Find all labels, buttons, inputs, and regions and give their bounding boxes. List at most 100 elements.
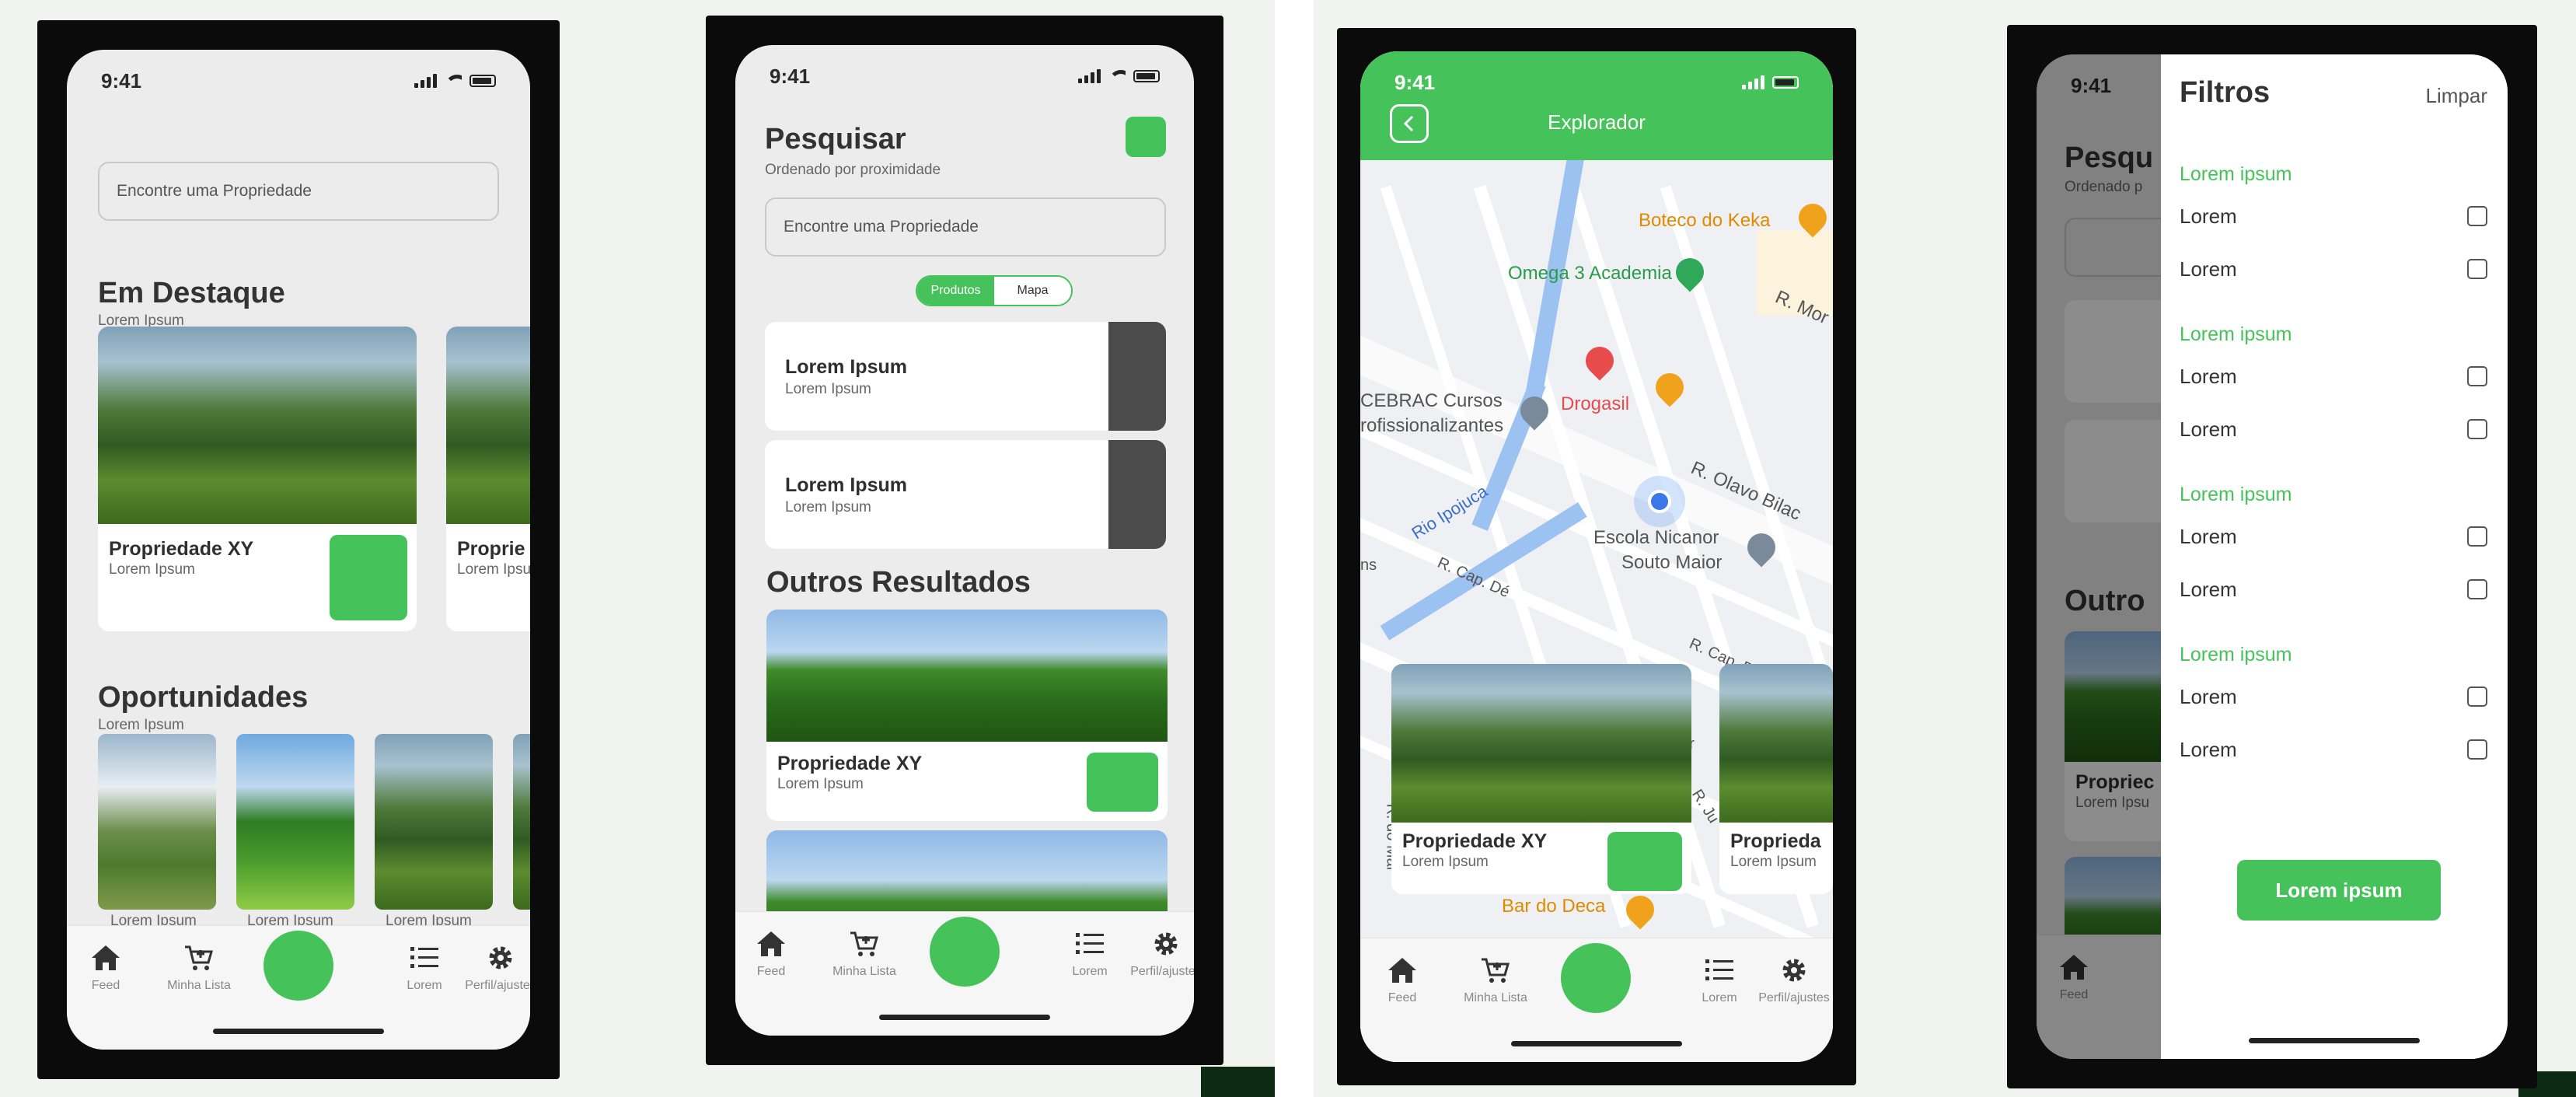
checkbox[interactable] (2467, 579, 2487, 599)
map-property-card[interactable]: Propriedade XY Lorem Ipsum (1391, 664, 1691, 894)
nav-label: Feed (756, 965, 786, 978)
result-card[interactable]: Lorem Ipsum Lorem Ipsum (765, 322, 1166, 431)
page-subtitle: Ordenado por proximidade (765, 162, 941, 178)
gym-pin-icon[interactable] (1670, 252, 1710, 292)
nav-list[interactable]: Minha Lista (152, 942, 246, 993)
checkbox[interactable] (2467, 526, 2487, 547)
card-action-button[interactable] (1087, 753, 1158, 812)
filter-option[interactable]: Lorem (2180, 574, 2487, 605)
phone-frame-search: 9:41 Pesquisar Ordenado por proximidade … (706, 16, 1223, 1065)
battery-icon (1772, 76, 1799, 89)
nav-settings[interactable]: Perfil/ajustes (1747, 954, 1833, 1005)
result-subtitle: Lorem Ipsum (785, 499, 871, 515)
status-time: 9:41 (770, 64, 811, 88)
result-title: Lorem Ipsum (785, 474, 907, 496)
filter-section-label: Lorem ipsum (2180, 323, 2292, 345)
opportunity-image[interactable] (98, 734, 216, 910)
filter-option[interactable]: Lorem (2180, 253, 2487, 285)
nav-feed[interactable]: Feed (67, 942, 152, 993)
card-title: Propriedade XY (1402, 830, 1548, 852)
map-property-card-2[interactable]: Proprieda Lorem Ipsum (1719, 664, 1833, 894)
card-title: Propriedade XY (109, 538, 254, 560)
featured-card[interactable]: Propriedade XY Lorem Ipsum (98, 327, 417, 631)
nav-label: Perfil/ajustes (465, 979, 530, 992)
property-image (446, 327, 530, 524)
checkbox[interactable] (2467, 206, 2487, 226)
filter-option[interactable]: Lorem (2180, 681, 2487, 712)
card-subtitle: Lorem Ipsum (1402, 854, 1489, 870)
card-action-button[interactable] (330, 535, 407, 620)
map-label-cebrac: CEBRAC Cursos (1360, 390, 1503, 411)
result-card[interactable]: Lorem Ipsum Lorem Ipsum (765, 440, 1166, 549)
tab-map[interactable]: Mapa (994, 277, 1071, 305)
filter-option-label: Lorem (2180, 204, 2237, 228)
apply-filters-button[interactable]: Lorem ipsum (2237, 860, 2441, 921)
home-indicator (213, 1029, 384, 1034)
nav-label: Lorem (1702, 991, 1737, 1004)
nav-list[interactable]: Minha Lista (818, 928, 911, 979)
filter-option-label: Lorem (2180, 577, 2237, 601)
filter-section-label: Lorem ipsum (2180, 484, 2292, 505)
status-bar: 9:41 (735, 45, 1194, 107)
filters-drawer: Filtros Limpar Lorem ipsum Lorem Lorem L… (2161, 54, 2508, 1059)
cart-icon (152, 942, 246, 974)
filter-option[interactable]: Lorem (2180, 521, 2487, 552)
map-label-escola-2: Souto Maior (1621, 552, 1723, 573)
card-subtitle: Lorem Ipsum (777, 776, 864, 792)
checkbox[interactable] (2467, 419, 2487, 439)
home-indicator (879, 1015, 1050, 1020)
nav-settings[interactable]: Perfil/ajustes (1119, 928, 1194, 979)
map-label-omega: Omega 3 Academia (1508, 263, 1672, 284)
checkbox[interactable] (2467, 686, 2487, 707)
card-action-button[interactable] (1607, 832, 1682, 891)
property-card[interactable]: Propriedade XY Lorem Ipsum (766, 610, 1168, 821)
restaurant-pin-icon[interactable] (1649, 367, 1690, 407)
header-title: Explorador (1548, 110, 1646, 134)
tab-products[interactable]: Produtos (917, 277, 994, 305)
nav-label: Perfil/ajustes (1758, 991, 1830, 1004)
nav-list[interactable]: Minha Lista (1449, 954, 1542, 1005)
center-action-button[interactable] (1561, 943, 1631, 1013)
nav-label: Feed (91, 979, 120, 992)
property-image (1391, 664, 1691, 823)
filter-option[interactable]: Lorem (2180, 414, 2487, 445)
nav-label: Perfil/ajustes (1130, 965, 1194, 978)
nav-feed[interactable]: Feed (735, 928, 818, 979)
opportunity-image[interactable] (236, 734, 354, 910)
opportunity-image[interactable] (513, 734, 530, 910)
filter-button[interactable] (1126, 117, 1166, 157)
nav-label: Feed (1387, 991, 1417, 1004)
result-title: Lorem Ipsum (785, 356, 907, 378)
opportunity-image[interactable] (375, 734, 493, 910)
nav-label: Minha Lista (167, 979, 231, 992)
map-label-drogasil: Drogasil (1561, 393, 1630, 414)
checkbox[interactable] (2467, 739, 2487, 760)
map-view[interactable]: Boteco do Keka Omega 3 Academia R. Mor C… (1360, 51, 1833, 1062)
filter-section-label: Lorem ipsum (2180, 644, 2292, 666)
map-label-street: ns (1360, 557, 1377, 574)
search-input[interactable]: Encontre uma Propriedade (765, 197, 1166, 257)
checkbox[interactable] (2467, 366, 2487, 386)
card-subtitle: Lorem Ipsum (109, 561, 195, 578)
filter-option[interactable]: Lorem (2180, 201, 2487, 232)
filter-option[interactable]: Lorem (2180, 361, 2487, 392)
status-time: 9:41 (101, 68, 142, 93)
nav-settings[interactable]: Perfil/ajustes (454, 942, 530, 993)
bottom-nav: Feed Minha Lista Lorem Perfil/ajustes (1360, 938, 1833, 1062)
clear-filters-button[interactable]: Limpar (2426, 84, 2487, 108)
checkbox[interactable] (2467, 259, 2487, 279)
featured-card-2[interactable]: Proprie Lorem Ipsu (446, 327, 530, 631)
search-input[interactable]: Encontre uma Propriedade (98, 162, 499, 221)
page-title: Pesquisar (765, 123, 906, 155)
result-subtitle: Lorem Ipsum (785, 381, 871, 397)
card-title: Propriedade XY (777, 753, 923, 774)
filter-option-label: Lorem (2180, 737, 2237, 761)
center-action-button[interactable] (930, 917, 1000, 987)
corner-block (1201, 1067, 1275, 1097)
filter-option-label: Lorem (2180, 684, 2237, 708)
center-action-button[interactable] (264, 931, 333, 1001)
pharmacy-pin-icon[interactable] (1579, 341, 1620, 381)
nav-feed[interactable]: Feed (1360, 954, 1449, 1005)
filter-option[interactable]: Lorem (2180, 734, 2487, 765)
home-indicator (1511, 1041, 1682, 1046)
